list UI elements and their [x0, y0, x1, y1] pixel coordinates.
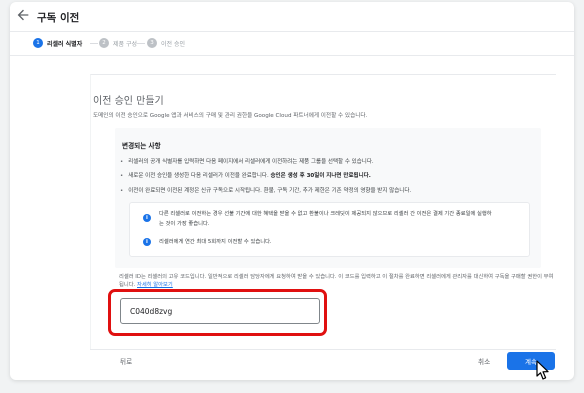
change-bullet: 이전이 완료되면 이전된 계정은 신규 구독으로 시작됩니다. 환불, 구독 기… [120, 186, 411, 194]
info-icon: i [143, 214, 151, 222]
page-header: 구독 이전 [10, 2, 574, 32]
changes-title: 변경되는 사항 [122, 142, 161, 150]
info-icon: i [143, 238, 151, 246]
arrow-back-icon[interactable] [15, 7, 31, 23]
reseller-id-input[interactable] [120, 298, 320, 324]
step-label: 리셀러 식별자 [47, 40, 83, 48]
step-approval: 3 이전 승인 [147, 38, 185, 48]
bullet-text: 새로운 이전 승인을 생성한 다음 리셀러가 이전을 완료합니다. [128, 173, 271, 179]
info-text-line: 는 것이 가장 좋습니다. [159, 221, 210, 227]
step-connector [137, 43, 145, 44]
info-text-line: 리셀러에게 연간 최대 5회까지 이전할 수 있습니다. [159, 239, 272, 245]
cancel-button[interactable]: 취소 [478, 356, 490, 366]
section-description: 도메인의 이전 승인으로 Google 앱과 서비스의 구매 및 관리 권한을 … [93, 113, 368, 119]
step-product-config: 2 제품 구성 [99, 38, 137, 48]
change-bullet: 리셀러의 공개 식별자를 입력하면 다음 페이지에서 리셀러에게 이전하려는 제… [120, 157, 374, 165]
mouse-pointer-icon [536, 360, 549, 380]
footer-divider [90, 349, 556, 350]
step-connector [90, 43, 98, 44]
learn-more-link[interactable]: 자세히 알아보기 [137, 282, 173, 288]
bullet-text: 리셀러의 공개 식별자를 입력하면 다음 페이지에서 리셀러에게 이전하려는 제… [128, 159, 374, 165]
step-label: 제품 구성 [113, 40, 137, 48]
step-number: 3 [147, 38, 157, 48]
step-reseller-id: 1 리셀러 식별자 [33, 38, 82, 48]
step-label: 이전 승인 [161, 40, 185, 48]
info-text-line: 다른 리셀러로 이전하는 경우 선불 기간에 대한 혜택을 받을 수 없고 환불… [159, 211, 492, 217]
stepper: 1 리셀러 식별자 2 제품 구성 3 이전 승인 [10, 32, 574, 56]
step-number: 1 [33, 38, 43, 48]
section-title: 이전 승인 만들기 [93, 96, 164, 107]
help-text: 리셀러 ID는 리셀러의 고유 코드입니다. 일반적으로 리셀러 담당자에게 요… [119, 274, 554, 288]
bullet-strong-text: 승인은 생성 후 30일이 지나면 만료됩니다. [270, 173, 371, 179]
change-bullet: 새로운 이전 승인을 생성한 다음 리셀러가 이전을 완료합니다. 승인은 생성… [120, 171, 371, 179]
bullet-text: 이전이 완료되면 이전된 계정은 신규 구독으로 시작됩니다. 환불, 구독 기… [128, 188, 412, 194]
info-notice: i 다른 리셀러로 이전하는 경우 선불 기간에 대한 혜택을 받을 수 없고 … [129, 202, 530, 257]
step-number: 2 [99, 38, 109, 48]
reseller-id-help: 리셀러 ID는 리셀러의 고유 코드입니다. 일반적으로 리셀러 담당자에게 요… [119, 273, 555, 289]
back-button[interactable]: 뒤로 [120, 356, 132, 366]
page-title: 구독 이전 [37, 12, 80, 24]
